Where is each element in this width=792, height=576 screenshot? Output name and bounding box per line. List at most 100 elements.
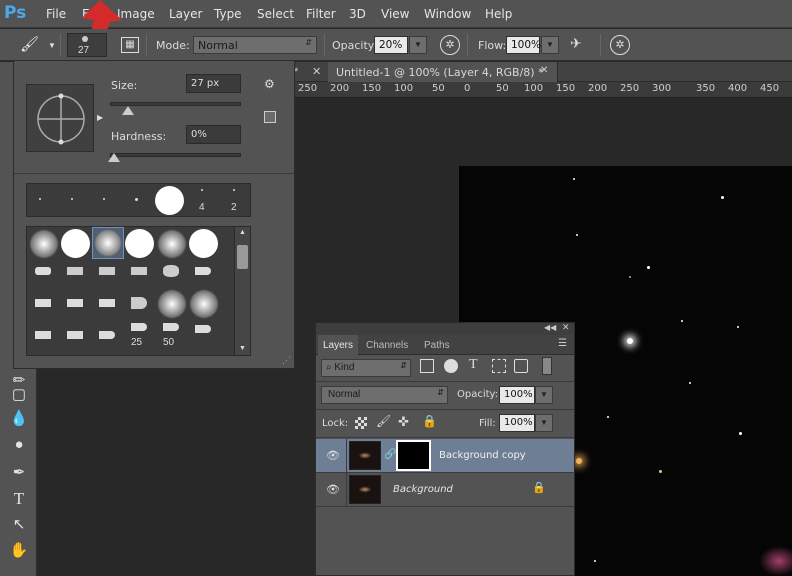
brush-tool-icon[interactable]: 🖌: [20, 35, 46, 55]
close-previous-tab-icon[interactable]: ✕: [312, 65, 321, 78]
fill-chevron-down-icon[interactable]: ▼: [535, 414, 553, 432]
blend-mode-select[interactable]: Normal ⇵: [321, 386, 448, 404]
filter-kind-select[interactable]: ⌕ Kind ⇵: [321, 359, 411, 377]
brush-preset[interactable]: [71, 198, 73, 200]
menu-file[interactable]: File: [46, 7, 66, 21]
mode-select[interactable]: Normal ⇵: [193, 36, 317, 54]
lock-all-icon[interactable]: 🔒: [422, 414, 437, 428]
brush-preset-bristle[interactable]: [163, 323, 179, 331]
opacity-input[interactable]: 20%: [374, 36, 408, 54]
menu-view[interactable]: View: [381, 7, 409, 21]
size-slider-thumb[interactable]: [121, 106, 134, 115]
brush-preset-flat[interactable]: [35, 331, 51, 339]
gradient-tool-icon[interactable]: ▢: [7, 384, 31, 406]
type-tool-icon[interactable]: T: [7, 488, 31, 510]
settings-gear-icon[interactable]: ⚙: [264, 77, 275, 91]
brush-preset-bristle[interactable]: [195, 267, 211, 275]
scroll-up-icon[interactable]: ▲: [239, 229, 246, 236]
dodge-tool-icon[interactable]: ●: [7, 434, 31, 456]
tool-preset-chevron-down-icon[interactable]: ▼: [48, 41, 56, 50]
layer-row-background[interactable]: 👁 Background 🔒: [316, 473, 574, 506]
visibility-eye-icon[interactable]: 👁: [326, 483, 340, 496]
size-input[interactable]: 27 px: [186, 74, 241, 93]
brush-preset-flat[interactable]: [99, 331, 115, 339]
brush-preset-bristle[interactable]: [67, 267, 83, 275]
brush-preset-picker[interactable]: 27: [67, 33, 107, 57]
menu-window[interactable]: Window: [424, 7, 471, 21]
brush-preset-bristle[interactable]: [35, 267, 51, 275]
tab-layers[interactable]: Layers: [318, 335, 358, 355]
hand-tool-icon[interactable]: ✋: [7, 540, 31, 562]
lock-transparency-icon[interactable]: [355, 417, 367, 429]
scroll-down-icon[interactable]: ▼: [239, 345, 246, 352]
brush-preset-soft-round[interactable]: [157, 289, 187, 319]
hardness-slider-thumb[interactable]: [108, 153, 120, 162]
filter-shape-icon[interactable]: [492, 359, 506, 373]
mask-link-chain-icon[interactable]: 🔗: [384, 449, 396, 460]
filter-pixel-icon[interactable]: [420, 359, 434, 373]
flow-input[interactable]: 100%: [506, 36, 541, 54]
menu-select[interactable]: Select: [257, 7, 294, 21]
brush-preset-bristle[interactable]: [131, 267, 147, 275]
tab-channels[interactable]: Channels: [366, 340, 408, 351]
brush-preset-bristle[interactable]: [99, 267, 115, 275]
brush-preset[interactable]: [233, 189, 235, 191]
brush-preset[interactable]: [201, 189, 203, 191]
brush-preset-fan[interactable]: [131, 297, 147, 309]
hardness-slider-track[interactable]: [110, 153, 241, 157]
filter-smart-object-icon[interactable]: [514, 359, 528, 373]
close-panel-icon[interactable]: ✕: [562, 322, 570, 333]
layer-row-background-copy[interactable]: 👁 🔗 Background copy: [316, 439, 574, 472]
brush-angle-preview[interactable]: [26, 84, 94, 152]
airbrush-icon[interactable]: ✈: [570, 35, 592, 55]
panel-menu-icon[interactable]: ☰: [558, 338, 567, 349]
hardness-input[interactable]: 0%: [186, 125, 241, 144]
brush-preset-soft-round[interactable]: [189, 289, 219, 319]
brush-grid-scrollbar[interactable]: ▲ ▼: [234, 227, 250, 355]
brush-preset[interactable]: [39, 198, 41, 200]
brush-preset-flat[interactable]: [35, 299, 51, 307]
lock-pixels-brush-icon[interactable]: 🖌: [376, 414, 391, 428]
layer-opacity-chevron-down-icon[interactable]: ▼: [535, 386, 553, 404]
brush-preset-hard-round[interactable]: [189, 229, 218, 258]
menu-filter[interactable]: Filter: [306, 7, 336, 21]
opacity-dropdown-chevron-down-icon[interactable]: ▼: [409, 36, 427, 54]
scrollbar-thumb[interactable]: [237, 245, 248, 269]
brush-preset-hard-round[interactable]: [125, 229, 154, 258]
layer-mask-thumbnail[interactable]: [396, 440, 431, 471]
menu-type[interactable]: Type: [214, 7, 242, 21]
blur-tool-icon[interactable]: 💧: [7, 408, 31, 430]
brush-preset-flat[interactable]: [67, 331, 83, 339]
brush-preset-hard-round[interactable]: [61, 229, 90, 258]
fill-input[interactable]: 100%: [499, 414, 535, 432]
tab-paths[interactable]: Paths: [424, 340, 450, 351]
brush-preset-soft-round[interactable]: [157, 229, 187, 259]
brush-preset-flat[interactable]: [99, 299, 115, 307]
brush-preset-selected[interactable]: [92, 227, 124, 259]
layer-opacity-input[interactable]: 100%: [499, 386, 535, 404]
brush-preset[interactable]: [155, 186, 184, 215]
brush-panel-toggle-icon[interactable]: ▦: [121, 37, 139, 53]
brush-preset-soft-round[interactable]: [29, 229, 59, 259]
brush-preset[interactable]: [135, 198, 138, 201]
brush-preset-fan[interactable]: [163, 265, 179, 277]
brush-preset-bristle[interactable]: [131, 323, 147, 331]
path-selection-tool-icon[interactable]: ↖: [7, 514, 31, 536]
brush-preset[interactable]: [103, 198, 105, 200]
menu-help[interactable]: Help: [485, 7, 512, 21]
menu-3d[interactable]: 3D: [349, 7, 366, 21]
flow-dropdown-chevron-down-icon[interactable]: ▼: [541, 36, 559, 54]
visibility-eye-icon[interactable]: 👁: [326, 449, 340, 462]
brush-preset-flat[interactable]: [67, 299, 83, 307]
lock-position-move-icon[interactable]: ✜: [398, 414, 409, 430]
pressure-size-icon[interactable]: ✲: [610, 35, 630, 55]
collapse-panel-icon[interactable]: ◀◀: [544, 323, 556, 332]
resize-grip-icon[interactable]: ⋰: [282, 355, 291, 366]
pressure-opacity-icon[interactable]: ✲: [440, 35, 460, 55]
brush-preset-bristle[interactable]: [195, 325, 211, 333]
document-tab[interactable]: Untitled-1 @ 100% (Layer 4, RGB/8) * ✕: [328, 62, 558, 82]
new-preset-icon[interactable]: [264, 111, 276, 123]
close-document-icon[interactable]: ✕: [540, 65, 548, 76]
menu-layer[interactable]: Layer: [169, 7, 202, 21]
filter-adjustment-icon[interactable]: [444, 359, 458, 373]
